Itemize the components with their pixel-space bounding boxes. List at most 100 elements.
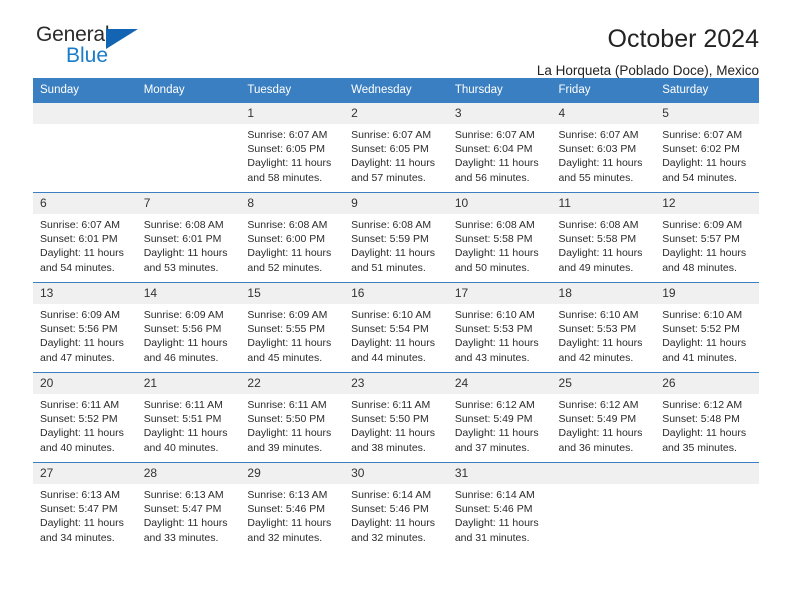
calendar-day-cell[interactable]: 10 Sunrise: 6:08 AM Sunset: 5:58 PM Dayligh… [447,192,552,283]
sunrise-text: Sunrise: 6:14 AM [351,489,432,501]
sunset-text: Sunset: 5:56 PM [143,323,222,336]
daylight-text-line2: and 46 minutes. [143,351,219,364]
daylight-text-line1: Daylight: 11 hours [662,427,747,440]
day-details: Sunrise: 6:07 AM Sunset: 6:01 PM Daylight:… [33,214,137,275]
calendar-day-cell[interactable]: 5 Sunrise: 6:07 AM Sunset: 6:02 PM Daylight… [655,102,759,193]
calendar-day-cell[interactable]: 2 Sunrise: 6:07 AM Sunset: 6:05 PM Daylight… [344,102,448,193]
page-header: General Blue October 2024 La Horqueta (P… [33,0,760,79]
calendar-day-cell[interactable]: 7 Sunrise: 6:08 AM Sunset: 6:01 PM Daylight… [136,192,241,283]
day-number: 25 [551,373,656,394]
calendar-day-cell[interactable]: 30 Sunrise: 6:14 AM Sunset: 5:46 PM Dayligh… [344,462,448,553]
weekday-header-monday: Monday [136,78,241,103]
sunrise-text: Sunrise: 6:08 AM [558,219,639,231]
sunset-text: Sunset: 5:58 PM [558,233,637,246]
calendar-day-cell[interactable]: 18 Sunrise: 6:10 AM Sunset: 5:53 PM Dayligh… [551,282,656,373]
calendar-page: General Blue October 2024 La Horqueta (P… [0,0,792,612]
calendar-day-cell[interactable]: 1 Sunrise: 6:07 AM Sunset: 6:05 PM Daylight… [240,102,345,193]
page-subtitle: La Horqueta (Poblado Doce), Mexico [536,63,759,78]
sunrise-text: Sunrise: 6:07 AM [40,219,120,231]
day-details: Sunrise: 6:11 AM Sunset: 5:50 PM Daylight:… [344,394,448,455]
sunrise-text: Sunrise: 6:07 AM [351,129,432,141]
sunset-text: Sunset: 6:01 PM [40,233,118,246]
day-number: 27 [33,463,137,484]
day-number: 30 [344,463,448,484]
calendar-day-cell[interactable]: 4 Sunrise: 6:07 AM Sunset: 6:03 PM Daylight… [551,102,656,193]
calendar-header-row: Sunday Monday Tuesday Wednesday Thursday… [33,78,759,103]
daylight-text-line1: Daylight: 11 hours [454,337,539,350]
sunrise-text: Sunrise: 6:13 AM [143,489,224,501]
calendar-day-cell[interactable]: 3 Sunrise: 6:07 AM Sunset: 6:04 PM Daylight… [447,102,552,193]
daylight-text-line2: and 49 minutes. [558,261,634,274]
daylight-text-line1: Daylight: 11 hours [351,247,435,260]
day-number: 6 [33,193,137,214]
daylight-text-line1: Daylight: 11 hours [143,517,228,530]
calendar-day-cell[interactable]: 23 Sunrise: 6:11 AM Sunset: 5:50 PM Dayligh… [344,372,448,463]
sunrise-text: Sunrise: 6:14 AM [454,489,535,501]
sunrise-text: Sunrise: 6:08 AM [351,219,432,231]
daylight-text-line2: and 48 minutes. [662,261,737,274]
day-number: 2 [344,103,448,124]
calendar-day-cell[interactable]: 12 Sunrise: 6:09 AM Sunset: 5:57 PM Dayligh… [655,192,759,283]
calendar-day-cell[interactable]: 8 Sunrise: 6:08 AM Sunset: 6:00 PM Daylight… [240,192,345,283]
calendar-day-cell[interactable]: 13 Sunrise: 6:09 AM Sunset: 5:56 PM Dayligh… [33,282,137,373]
calendar-day-cell[interactable]: 15 Sunrise: 6:09 AM Sunset: 5:55 PM Dayligh… [240,282,345,373]
day-details: Sunrise: 6:11 AM Sunset: 5:50 PM Daylight:… [240,394,344,455]
daylight-text-line2: and 51 minutes. [351,261,426,274]
calendar-day-cell[interactable]: 20 Sunrise: 6:11 AM Sunset: 5:52 PM Dayligh… [33,372,137,463]
daylight-text-line1: Daylight: 11 hours [351,517,435,530]
calendar-day-cell[interactable]: 26 Sunrise: 6:12 AM Sunset: 5:48 PM Dayligh… [655,372,759,463]
sunrise-text: Sunrise: 6:10 AM [558,309,639,321]
day-details: Sunrise: 6:12 AM Sunset: 5:49 PM Daylight:… [552,394,656,455]
daylight-text-line1: Daylight: 11 hours [558,157,643,170]
sunset-text: Sunset: 5:53 PM [454,323,533,336]
day-number: 4 [551,103,656,124]
sunset-text: Sunset: 5:52 PM [662,323,740,336]
calendar-day-cell[interactable]: 14 Sunrise: 6:09 AM Sunset: 5:56 PM Dayligh… [136,282,241,373]
day-number: 12 [655,193,759,214]
day-details: Sunrise: 6:13 AM Sunset: 5:47 PM Daylight:… [33,484,137,545]
sunset-text: Sunset: 5:46 PM [454,503,533,516]
general-blue-logo: General Blue [36,24,148,70]
day-number: 24 [447,373,552,394]
calendar-day-cell[interactable]: 9 Sunrise: 6:08 AM Sunset: 5:59 PM Daylight… [344,192,448,283]
calendar-day-cell[interactable]: 16 Sunrise: 6:10 AM Sunset: 5:54 PM Dayligh… [344,282,448,373]
calendar-day-cell[interactable]: 27 Sunrise: 6:13 AM Sunset: 5:47 PM Dayligh… [33,462,137,553]
calendar-day-cell[interactable]: 19 Sunrise: 6:10 AM Sunset: 5:52 PM Dayligh… [655,282,759,373]
calendar-day-cell[interactable]: 31 Sunrise: 6:14 AM Sunset: 5:46 PM Dayligh… [447,462,552,553]
daylight-text-line1: Daylight: 11 hours [40,517,124,530]
calendar-day-cell[interactable]: 11 Sunrise: 6:08 AM Sunset: 5:58 PM Dayligh… [551,192,656,283]
daylight-text-line2: and 39 minutes. [247,441,323,454]
daylight-text-line1: Daylight: 11 hours [247,337,332,350]
daylight-text-line2: and 57 minutes. [351,171,426,184]
day-details: Sunrise: 6:07 AM Sunset: 6:04 PM Daylight:… [448,124,552,185]
calendar-day-cell[interactable]: 25 Sunrise: 6:12 AM Sunset: 5:49 PM Dayligh… [551,372,656,463]
day-details: Sunrise: 6:07 AM Sunset: 6:05 PM Daylight:… [344,124,448,185]
daylight-text-line2: and 52 minutes. [247,261,323,274]
daylight-text-line2: and 40 minutes. [143,441,219,454]
calendar-day-cell[interactable]: 21 Sunrise: 6:11 AM Sunset: 5:51 PM Dayligh… [136,372,241,463]
sunrise-text: Sunrise: 6:13 AM [40,489,120,501]
calendar-day-cell[interactable]: 24 Sunrise: 6:12 AM Sunset: 5:49 PM Dayligh… [447,372,552,463]
daylight-text-line2: and 36 minutes. [558,441,634,454]
sunset-text: Sunset: 5:47 PM [40,503,118,516]
sunrise-text: Sunrise: 6:11 AM [247,399,327,411]
sunrise-text: Sunrise: 6:09 AM [662,219,743,231]
page-title: October 2024 [607,25,760,53]
calendar-day-cell[interactable]: 28 Sunrise: 6:13 AM Sunset: 5:47 PM Dayligh… [136,462,241,553]
calendar-day-cell[interactable]: 17 Sunrise: 6:10 AM Sunset: 5:53 PM Dayligh… [447,282,552,373]
calendar-day-cell[interactable]: 29 Sunrise: 6:13 AM Sunset: 5:46 PM Dayligh… [240,462,345,553]
sunrise-text: Sunrise: 6:12 AM [558,399,639,411]
logo-text-blue: Blue [66,44,109,67]
day-number: 3 [447,103,552,124]
weekday-header-saturday: Saturday [655,78,759,103]
calendar-day-cell[interactable]: 22 Sunrise: 6:11 AM Sunset: 5:50 PM Dayligh… [240,372,345,463]
daylight-text-line1: Daylight: 11 hours [40,337,124,350]
calendar-day-cell[interactable]: 6 Sunrise: 6:07 AM Sunset: 6:01 PM Daylight… [33,192,137,283]
daylight-text-line1: Daylight: 11 hours [247,157,332,170]
calendar-week-row: 27 Sunrise: 6:13 AM Sunset: 5:47 PM Dayligh… [33,462,759,553]
daylight-text-line1: Daylight: 11 hours [662,337,747,350]
daylight-text-line1: Daylight: 11 hours [351,337,435,350]
daylight-text-line2: and 43 minutes. [454,351,530,364]
daylight-text-line1: Daylight: 11 hours [454,247,539,260]
day-details: Sunrise: 6:09 AM Sunset: 5:57 PM Daylight:… [655,214,759,275]
